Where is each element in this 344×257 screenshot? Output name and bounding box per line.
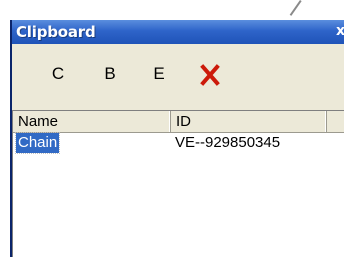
- column-header-id[interactable]: ID: [171, 111, 327, 132]
- close-button[interactable]: x: [336, 22, 344, 40]
- column-header-extra[interactable]: [327, 111, 344, 132]
- delete-x-icon: [200, 63, 220, 86]
- background-line: [289, 0, 302, 16]
- edit-button[interactable]: E: [149, 60, 169, 88]
- list-row[interactable]: Chain VE--929850345: [13, 132, 344, 154]
- copy-button[interactable]: C: [48, 60, 68, 88]
- background-desktop: [0, 0, 344, 22]
- toolbar: C B E: [12, 44, 344, 110]
- b-button[interactable]: B: [100, 60, 120, 88]
- list-header: Name ID: [13, 111, 344, 133]
- screen: Clipboard x C B E Name ID Chain VE--9298…: [0, 0, 344, 257]
- clipboard-list: Name ID Chain VE--929850345: [12, 110, 344, 257]
- delete-button[interactable]: [200, 60, 220, 88]
- row-name-cell[interactable]: Chain: [14, 132, 61, 154]
- row-id-cell[interactable]: VE--929850345: [175, 133, 280, 153]
- column-header-name[interactable]: Name: [13, 111, 171, 132]
- clipboard-window: Clipboard x C B E Name ID Chain VE--9298…: [10, 20, 344, 257]
- window-title: Clipboard: [16, 23, 96, 41]
- title-bar[interactable]: Clipboard x: [12, 20, 344, 44]
